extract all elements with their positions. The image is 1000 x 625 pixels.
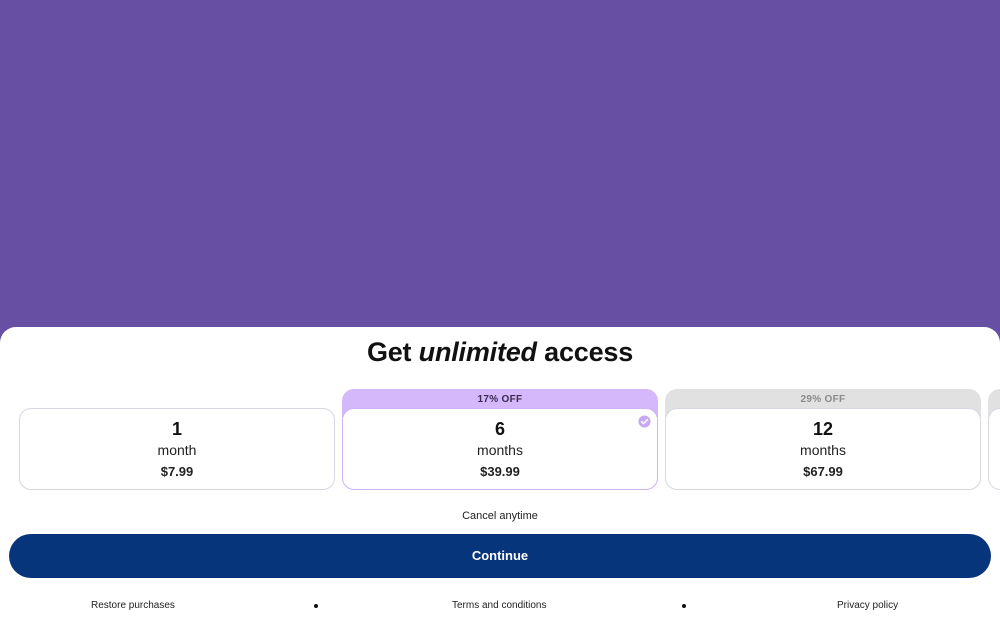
plan-card[interactable]: 12 months $67.99	[665, 408, 981, 490]
plan-quantity: 1	[171, 419, 182, 439]
plan-unit: months	[477, 442, 523, 458]
terms-link[interactable]: Terms and conditions	[452, 600, 547, 611]
privacy-policy-link[interactable]: Privacy policy	[837, 600, 898, 611]
plan-card-selected[interactable]: 6 months $39.99	[342, 408, 658, 490]
plan-unit: month	[157, 442, 197, 458]
separator-dot	[682, 604, 686, 608]
plan-option-offscreen[interactable]	[988, 389, 1000, 490]
restore-purchases-link[interactable]: Restore purchases	[91, 600, 175, 611]
plan-unit: months	[800, 442, 846, 458]
plan-option-1-month[interactable]: 1 month $7.99	[19, 389, 335, 490]
title-after: access	[536, 337, 634, 367]
plan-option-6-months[interactable]: 17% OFF 6 months $39.99	[342, 389, 658, 490]
title-emphasis: unlimited	[418, 337, 537, 367]
plan-card[interactable]: 1 month $7.99	[19, 408, 335, 490]
plan-price: $7.99	[160, 464, 194, 479]
separator-dot	[314, 604, 318, 608]
plan-quantity: 6	[494, 419, 505, 439]
plan-price: $67.99	[803, 464, 843, 479]
paywall-sheet: Get unlimited access 1 month $7.99 17% O…	[0, 327, 1000, 625]
plan-quantity: 12	[812, 419, 834, 439]
cancel-anytime-note: Cancel anytime	[462, 510, 538, 522]
title-before: Get	[366, 337, 419, 367]
plan-price: $39.99	[480, 464, 520, 479]
continue-button[interactable]: Continue	[9, 534, 991, 578]
hero-banner	[0, 0, 1000, 340]
page-title: Get unlimited access	[0, 337, 1000, 368]
plan-card[interactable]	[988, 408, 1000, 490]
plan-option-12-months[interactable]: 29% OFF 12 months $67.99	[665, 389, 981, 490]
